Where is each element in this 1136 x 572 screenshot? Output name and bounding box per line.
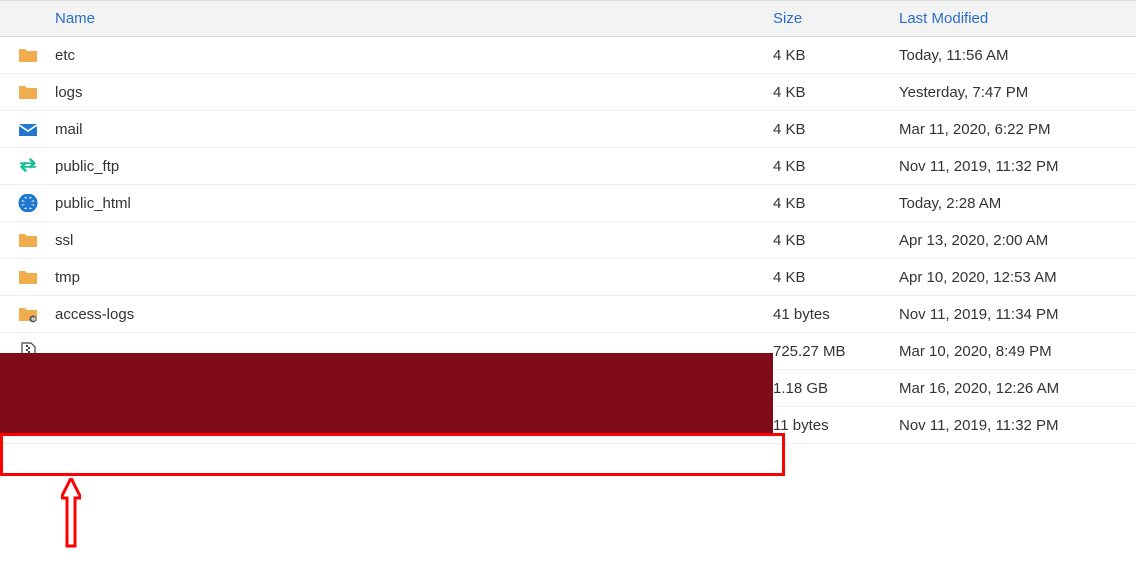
folder-icon [18,231,38,249]
globe-icon [18,194,38,212]
mail-icon [18,120,38,138]
file-name: tmp [55,259,773,296]
folder-link-icon [18,305,38,323]
file-size: 1.18 GB [773,370,899,407]
file-name: public_ftp [55,148,773,185]
table-row[interactable]: ssl 4 KB Apr 13, 2020, 2:00 AM [0,222,1136,259]
table-row[interactable]: access-logs 41 bytes Nov 11, 2019, 11:34… [0,296,1136,333]
file-size: 4 KB [773,222,899,259]
header-size[interactable]: Size [773,1,899,37]
archive-icon [18,342,38,360]
folder-icon [18,83,38,101]
file-size: 4 KB [773,111,899,148]
file-size: 4 KB [773,148,899,185]
table-row[interactable]: logs 4 KB Yesterday, 7:47 PM [0,74,1136,111]
file-name: ssl [55,222,773,259]
file-modified: Nov 11, 2019, 11:34 PM [899,296,1136,333]
header-modified[interactable]: Last Modified [899,1,1136,37]
file-name: access-logs [55,296,773,333]
file-modified: Nov 11, 2019, 11:32 PM [899,407,1136,444]
file-size: 41 bytes [773,296,899,333]
file-table: Name Size Last Modified etc 4 KB Today, … [0,0,1136,444]
table-row[interactable]: www 11 bytes Nov 11, 2019, 11:32 PM [0,407,1136,444]
file-modified: Today, 2:28 AM [899,185,1136,222]
file-modified: Mar 10, 2020, 8:49 PM [899,333,1136,370]
file-modified: Mar 16, 2020, 12:26 AM [899,370,1136,407]
file-name: public_html [55,185,773,222]
file-modified: Yesterday, 7:47 PM [899,74,1136,111]
file-modified: Today, 11:56 AM [899,37,1136,74]
file-size: 11 bytes [773,407,899,444]
file-name: www [55,407,773,444]
globe-link-icon [18,416,38,434]
file-size: 4 KB [773,74,899,111]
file-size: 4 KB [773,259,899,296]
file-name: logs [55,74,773,111]
table-row[interactable]: 725.27 MB Mar 10, 2020, 8:49 PM [0,333,1136,370]
table-row[interactable]: tmp 4 KB Apr 10, 2020, 12:53 AM [0,259,1136,296]
file-modified: Apr 10, 2020, 12:53 AM [899,259,1136,296]
archive-icon [18,379,38,397]
file-name [55,333,773,370]
table-row[interactable]: 1.18 GB Mar 16, 2020, 12:26 AM [0,370,1136,407]
file-size: 4 KB [773,37,899,74]
file-name [55,370,773,407]
folder-icon [18,46,38,64]
file-name: etc [55,37,773,74]
file-modified: Mar 11, 2020, 6:22 PM [899,111,1136,148]
table-header-row: Name Size Last Modified [0,1,1136,37]
ftp-icon [18,157,38,175]
table-row[interactable]: public_ftp 4 KB Nov 11, 2019, 11:32 PM [0,148,1136,185]
header-name[interactable]: Name [55,1,773,37]
file-size: 4 KB [773,185,899,222]
file-name: mail [55,111,773,148]
table-row[interactable]: mail 4 KB Mar 11, 2020, 6:22 PM [0,111,1136,148]
file-modified: Nov 11, 2019, 11:32 PM [899,148,1136,185]
file-modified: Apr 13, 2020, 2:00 AM [899,222,1136,259]
table-row[interactable]: public_html 4 KB Today, 2:28 AM [0,185,1136,222]
folder-icon [18,268,38,286]
file-size: 725.27 MB [773,333,899,370]
annotation-arrow-icon [61,478,81,548]
table-row[interactable]: etc 4 KB Today, 11:56 AM [0,37,1136,74]
